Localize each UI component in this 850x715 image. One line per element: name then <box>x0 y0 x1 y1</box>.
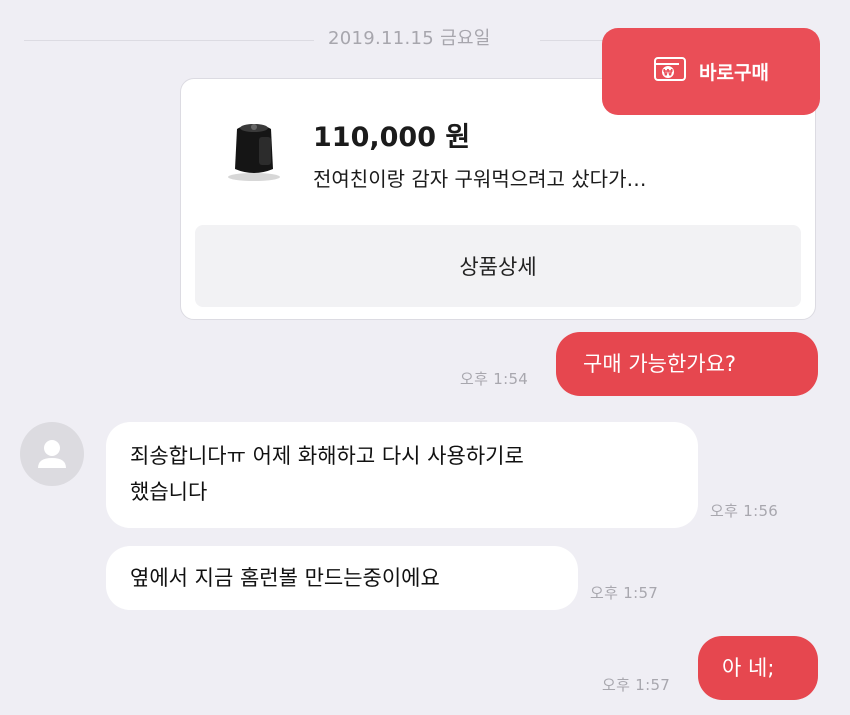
buy-now-button[interactable]: ₩ 바로구매 <box>602 28 820 115</box>
date-divider: 2019.11.15 금요일 <box>328 28 491 49</box>
message-bubble-incoming: 죄송합니다ㅠ 어제 화해하고 다시 사용하기로 했습니다 <box>106 422 698 528</box>
svg-text:₩: ₩ <box>663 69 673 79</box>
buy-now-label: 바로구매 <box>699 62 769 84</box>
message-time: 오후 1:56 <box>710 502 779 520</box>
date-divider-line-left <box>24 40 314 41</box>
wallet-won-icon: ₩ <box>653 54 687 89</box>
message-line: 했습니다 <box>130 480 208 504</box>
message-bubble-outgoing: 아 네; <box>698 636 818 700</box>
product-price: 110,000 원 <box>313 122 471 153</box>
message-bubble-outgoing: 구매 가능한가요? <box>556 332 818 396</box>
message-bubble-incoming: 옆에서 지금 홈런볼 만드는중이에요 <box>106 546 578 610</box>
message-line: 죄송합니다ㅠ 어제 화해하고 다시 사용하기로 <box>130 444 524 468</box>
message-time: 오후 1:54 <box>460 370 529 388</box>
person-icon <box>38 440 66 468</box>
product-description: 전여친이랑 감자 구워먹으려고 샀다가… <box>313 167 647 191</box>
date-divider-line-right <box>540 40 610 41</box>
message-time: 오후 1:57 <box>602 676 671 694</box>
product-detail-button[interactable]: 상품상세 <box>195 225 801 307</box>
air-fryer-image <box>215 111 293 189</box>
avatar[interactable] <box>20 422 84 486</box>
message-time: 오후 1:57 <box>590 584 659 602</box>
